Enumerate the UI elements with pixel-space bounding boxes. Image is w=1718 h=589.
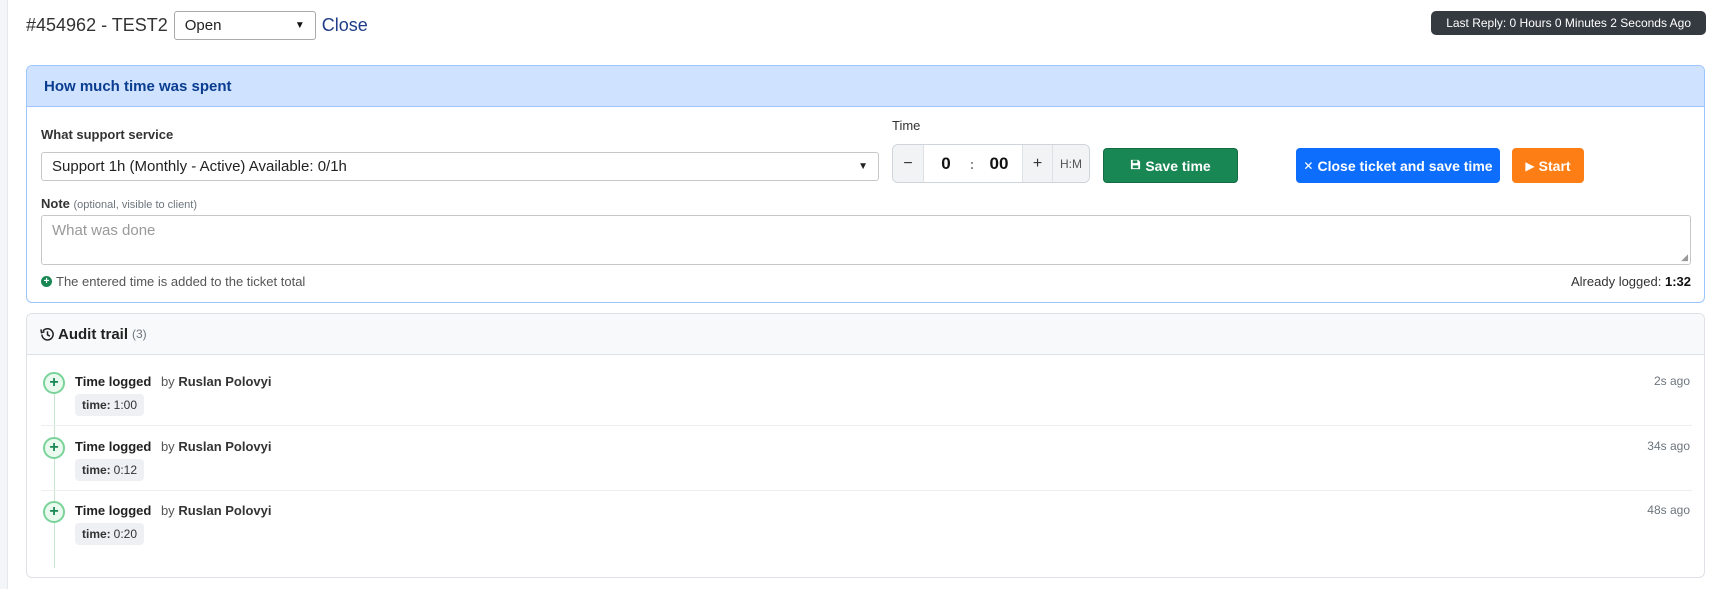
close-ticket-link[interactable]: Close	[322, 15, 368, 36]
time-badge: time: 0:12	[75, 459, 145, 481]
audit-trail-count: (3)	[132, 327, 147, 341]
last-reply-badge: Last Reply: 0 Hours 0 Minutes 2 Seconds …	[1431, 11, 1706, 35]
start-label: Start	[1538, 157, 1571, 174]
chevron-down-icon: ▼	[294, 19, 305, 31]
event-name: Time logged	[75, 439, 152, 454]
close-ticket-save-time-button[interactable]: ✕ Close ticket and save time	[1296, 148, 1500, 183]
note-textarea[interactable]: What was done ◢	[41, 215, 1691, 265]
time-separator: :	[969, 155, 975, 172]
plus-icon: +	[43, 372, 65, 394]
event-by: by	[160, 374, 175, 389]
timeline-item: + Time logged by Ruslan Polovyi time: 0:…	[41, 495, 1692, 555]
event-user: Ruslan Polovyi	[178, 439, 272, 454]
timeline-item: + Time logged by Ruslan Polovyi time: 1:…	[41, 366, 1692, 426]
event-by: by	[160, 503, 175, 518]
service-select-value: Support 1h (Monthly - Active) Available:…	[52, 158, 347, 175]
timeline-item-title: Time logged by Ruslan Polovyi	[75, 374, 272, 389]
time-badge: time: 0:20	[75, 523, 145, 545]
chevron-down-icon: ▼	[858, 161, 868, 172]
plus-icon: +	[43, 437, 65, 459]
save-time-label: Save time	[1145, 157, 1211, 174]
event-user: Ruslan Polovyi	[178, 374, 272, 389]
time-spent-card: How much time was spent What support ser…	[26, 65, 1705, 303]
event-time-ago: 34s ago	[1647, 439, 1690, 453]
start-timer-button[interactable]: ▶ Start	[1512, 148, 1584, 183]
badge-value: 1:00	[113, 398, 138, 412]
event-name: Time logged	[75, 374, 152, 389]
event-time-ago: 48s ago	[1647, 503, 1690, 517]
close-save-label: Close ticket and save time	[1317, 157, 1493, 174]
status-select-value: Open	[184, 16, 222, 34]
badge-value: 0:20	[113, 527, 138, 541]
event-user: Ruslan Polovyi	[178, 503, 272, 518]
event-by: by	[160, 439, 175, 454]
ticket-title: #454962 - TEST2	[26, 14, 168, 35]
ticket-header: #454962 - TEST2 Open ▼ Close	[26, 10, 368, 40]
minutes-input[interactable]: 00	[976, 145, 1022, 182]
plus-icon: +	[43, 501, 65, 523]
timeline-item: + Time logged by Ruslan Polovyi time: 0:…	[41, 431, 1692, 491]
decrement-button[interactable]: −	[893, 145, 924, 182]
play-icon: ▶	[1525, 158, 1535, 173]
note-label-text: Note	[41, 196, 70, 211]
resize-grip-icon[interactable]: ◢	[1681, 252, 1688, 263]
service-label: What support service	[41, 127, 174, 142]
time-unit-label: H:M	[1053, 145, 1089, 182]
badge-value: 0:12	[113, 463, 138, 477]
increment-button[interactable]: +	[1022, 145, 1053, 182]
time-card-title: How much time was spent	[27, 66, 1704, 107]
info-text: The entered time is added to the ticket …	[56, 274, 306, 289]
info-line: + The entered time is added to the ticke…	[41, 274, 305, 289]
status-select[interactable]: Open ▼	[173, 10, 316, 40]
note-hint: (optional, visible to client)	[73, 199, 198, 211]
save-time-button[interactable]: Save time	[1103, 148, 1238, 183]
left-rail	[0, 0, 8, 589]
time-label: Time	[892, 118, 921, 133]
timeline-item-title: Time logged by Ruslan Polovyi	[75, 439, 272, 454]
audit-trail-card: Audit trail (3) + Time logged by Ruslan …	[26, 313, 1705, 578]
already-logged: Already logged: 1:32	[1571, 274, 1691, 289]
time-badge: time: 1:00	[75, 394, 145, 416]
time-stepper: − 0 : 00 + H:M	[892, 144, 1090, 183]
badge-key: time:	[82, 527, 111, 541]
close-icon: ✕	[1303, 158, 1314, 173]
plus-circle-icon: +	[41, 276, 52, 287]
timeline-item-title: Time logged by Ruslan Polovyi	[75, 503, 272, 518]
event-time-ago: 2s ago	[1653, 374, 1690, 388]
note-label: Note (optional, visible to client)	[41, 196, 197, 211]
floppy-disk-icon	[1130, 159, 1141, 173]
audit-trail-title: Audit trail	[58, 325, 128, 343]
event-name: Time logged	[75, 503, 152, 518]
history-icon	[40, 327, 54, 341]
badge-key: time:	[82, 398, 111, 412]
audit-trail-header: Audit trail (3)	[27, 314, 1704, 355]
note-placeholder: What was done	[52, 222, 156, 239]
badge-key: time:	[82, 463, 111, 477]
already-logged-value: 1:32	[1664, 274, 1691, 289]
service-select[interactable]: Support 1h (Monthly - Active) Available:…	[41, 152, 879, 181]
already-logged-label: Already logged:	[1571, 274, 1662, 289]
hours-input[interactable]: 0	[924, 145, 968, 182]
